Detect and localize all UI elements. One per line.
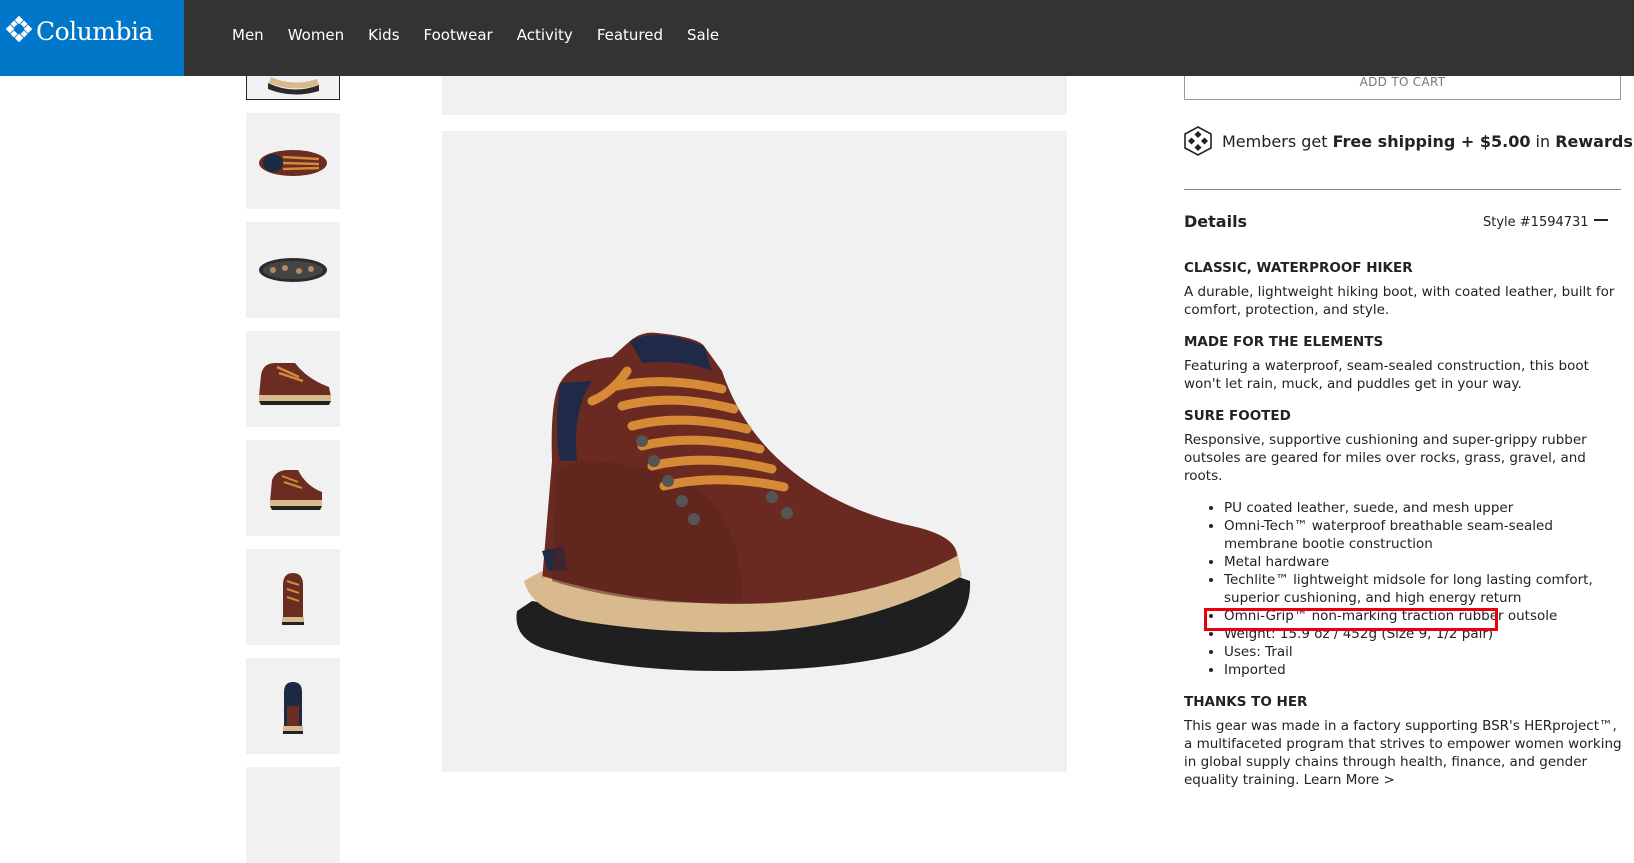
feature-item: Imported [1224,661,1624,679]
details-title[interactable]: Details [1184,212,1247,231]
main-product-image[interactable] [442,131,1067,772]
columbia-logo[interactable]: Columbia [0,0,184,76]
feature-item: Uses: Trail [1224,643,1624,661]
main-nav: Men Women Kids Footwear Activity Feature… [232,0,743,70]
hiking-boot-image [516,332,971,671]
section-body: Featuring a waterproof, seam-sealed cons… [1184,358,1589,392]
boot-back-icon [283,682,303,734]
feature-item: Metal hardware [1224,553,1624,571]
nav-footwear[interactable]: Footwear [424,26,493,44]
feature-list: PU coated leather, suede, and mesh upper… [1184,499,1624,679]
nav-kids[interactable]: Kids [368,26,399,44]
boot-sole-icon [259,258,327,282]
section-heading: SURE FOOTED [1184,408,1291,424]
section-body: Responsive, supportive cushioning and su… [1184,432,1587,484]
nav-women[interactable]: Women [288,26,344,44]
feature-item: Omni-Tech™ waterproof breathable seam-se… [1224,517,1624,553]
section-body: This gear was made in a factory supporti… [1184,718,1622,788]
logo-text: Columbia [36,17,153,46]
site-header: Columbia Men Women Kids Footwear Activit… [0,0,1634,76]
members-text: Members get Free shipping + $5.00 in Rew… [1222,131,1633,151]
nav-activity[interactable]: Activity [517,26,573,44]
feature-item: Techlite™ lightweight midsole for long l… [1224,571,1624,607]
feature-item-weight: Weight: 15.9 oz / 452g (Size 9, 1/2 pair… [1224,625,1624,643]
nav-men[interactable]: Men [232,26,264,44]
details-content: CLASSIC, WATERPROOF HIKER A durable, lig… [1184,259,1624,803]
nav-featured[interactable]: Featured [597,26,663,44]
thumbnail-2[interactable] [246,113,340,209]
section-body: A durable, lightweight hiking boot, with… [1184,284,1615,318]
members-banner: Members get Free shipping + $5.00 in Rew… [1184,126,1633,156]
thumbnail-5[interactable] [246,440,340,536]
boot-front-icon [282,573,304,625]
collapse-minus-icon[interactable] [1594,219,1608,221]
section-heading: MADE FOR THE ELEMENTS [1184,334,1384,350]
section-heading: CLASSIC, WATERPROOF HIKER [1184,260,1413,276]
divider [1184,189,1621,190]
nav-sale[interactable]: Sale [687,26,719,44]
thumbnail-4[interactable] [246,331,340,427]
members-badge-icon [1184,126,1212,156]
columbia-diamond-icon [6,16,32,42]
section-heading: THANKS TO HER [1184,694,1308,710]
thumbnail-7[interactable] [246,658,340,754]
feature-item: Omni-Grip™ non-marking traction rubber o… [1224,607,1624,625]
feature-item: PU coated leather, suede, and mesh upper [1224,499,1624,517]
learn-more-link[interactable]: Learn More > [1304,772,1395,788]
thumbnail-8[interactable] [246,767,340,863]
boot-top-view-icon [259,150,327,176]
thumbnail-6[interactable] [246,549,340,645]
thumbnail-3[interactable] [246,222,340,318]
boot-angle-icon [270,470,322,510]
style-number: Style #1594731 [1483,215,1589,230]
boot-side-icon [259,363,331,405]
